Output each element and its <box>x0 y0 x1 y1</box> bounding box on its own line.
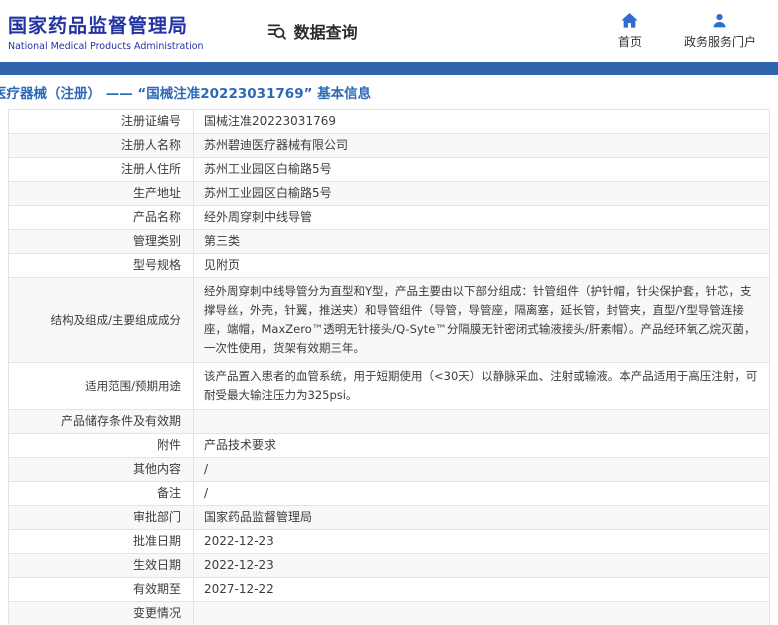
row-value <box>194 602 769 625</box>
row-value: 苏州碧迪医疗器械有限公司 <box>204 138 349 152</box>
row-value <box>194 410 769 433</box>
row-label: 其他内容 <box>9 458 194 481</box>
nav-data-query[interactable]: 数据查询 <box>266 19 358 43</box>
row-value: / <box>204 486 209 500</box>
row-label: 生效日期 <box>9 554 194 577</box>
row-label: 结构及组成/主要组成成分 <box>9 278 194 362</box>
row-value: 国械注准20223031769 <box>204 114 336 128</box>
row-label: 附件 <box>9 434 194 457</box>
table-row: 型号规格 见附页 <box>9 254 769 278</box>
site-header: 国家药品监督管理局 National Medical Products Admi… <box>0 0 778 62</box>
nmpa-logo[interactable]: 国家药品监督管理局 National Medical Products Admi… <box>8 11 204 52</box>
row-label: 型号规格 <box>9 254 194 277</box>
table-row: 适用范围/预期用途 该产品置入患者的血管系统，用于短期使用（<30天）以静脉采血、… <box>9 363 769 410</box>
row-value: 2027-12-22 <box>204 582 274 596</box>
table-row: 产品储存条件及有效期 <box>9 410 769 434</box>
table-row: 注册证编号 国械注准20223031769 <box>9 110 769 134</box>
data-query-label: 数据查询 <box>293 23 358 42</box>
row-value: 2022-12-23 <box>204 534 274 548</box>
row-label: 产品储存条件及有效期 <box>9 410 194 433</box>
nav-home-label: 首页 <box>617 34 642 49</box>
row-value: 苏州工业园区白榆路5号 <box>204 162 332 176</box>
logo-title: 国家药品监督管理局 <box>8 14 189 37</box>
row-label: 备注 <box>9 482 194 505</box>
table-row: 结构及组成/主要组成成分 经外周穿刺中线导管分为直型和Y型，产品主要由以下部分组成… <box>9 278 769 363</box>
row-label: 注册人名称 <box>9 134 194 157</box>
row-value: 产品技术要求 <box>204 438 277 452</box>
row-value: 苏州工业园区白榆路5号 <box>204 186 332 200</box>
header-divider-bar <box>0 62 778 75</box>
row-label: 有效期至 <box>9 578 194 601</box>
user-icon <box>712 13 727 29</box>
row-value: 国家药品监督管理局 <box>204 510 313 524</box>
row-value: 第三类 <box>204 234 241 248</box>
table-row: 生产地址 苏州工业园区白榆路5号 <box>9 182 769 206</box>
data-query-search-icon <box>266 21 287 42</box>
row-label: 注册证编号 <box>9 110 194 133</box>
table-row: 有效期至 2027-12-22 <box>9 578 769 602</box>
row-label: 生产地址 <box>9 182 194 205</box>
row-label: 适用范围/预期用途 <box>9 363 194 409</box>
row-label: 管理类别 <box>9 230 194 253</box>
row-label: 产品名称 <box>9 206 194 229</box>
row-label: 变更情况 <box>9 602 194 625</box>
page-title: 医疗器械（注册） —— “国械注准20223031769” 基本信息 <box>0 86 372 102</box>
home-icon <box>621 13 639 29</box>
table-row: 管理类别 第三类 <box>9 230 769 254</box>
table-row: 附件 产品技术要求 <box>9 434 769 458</box>
nav-portal[interactable]: 政务服务门户 <box>684 13 756 50</box>
row-value: 经外周穿刺中线导管 <box>204 210 313 224</box>
table-row: 审批部门 国家药品监督管理局 <box>9 506 769 530</box>
row-value: 2022-12-23 <box>204 558 274 572</box>
header-nav: 首页 政务服务门户 <box>606 13 762 50</box>
table-row: 其他内容 / <box>9 458 769 482</box>
table-row: 注册人住所 苏州工业园区白榆路5号 <box>9 158 769 182</box>
table-row: 备注 / <box>9 482 769 506</box>
row-label: 注册人住所 <box>9 158 194 181</box>
table-row: 变更情况 <box>9 602 769 625</box>
logo-subtitle: National Medical Products Administration <box>8 40 204 52</box>
row-value: / <box>204 462 209 476</box>
table-row: 注册人名称 苏州碧迪医疗器械有限公司 <box>9 134 769 158</box>
table-row: 生效日期 2022-12-23 <box>9 554 769 578</box>
row-label: 审批部门 <box>9 506 194 529</box>
row-value: 经外周穿刺中线导管分为直型和Y型，产品主要由以下部分组成：针管组件（护针帽，针尖… <box>204 284 756 355</box>
row-label: 批准日期 <box>9 530 194 553</box>
nav-portal-label: 政务服务门户 <box>683 34 756 49</box>
nav-home[interactable]: 首页 <box>606 13 654 50</box>
table-row: 批准日期 2022-12-23 <box>9 530 769 554</box>
table-row: 产品名称 经外周穿刺中线导管 <box>9 206 769 230</box>
row-value: 见附页 <box>204 258 241 272</box>
registration-info-table: 注册证编号 国械注准20223031769 注册人名称 苏州碧迪医疗器械有限公司 注册人… <box>8 109 770 625</box>
row-value: 该产品置入患者的血管系统，用于短期使用（<30天）以静脉采血、注射或输液。本产品… <box>204 369 758 402</box>
